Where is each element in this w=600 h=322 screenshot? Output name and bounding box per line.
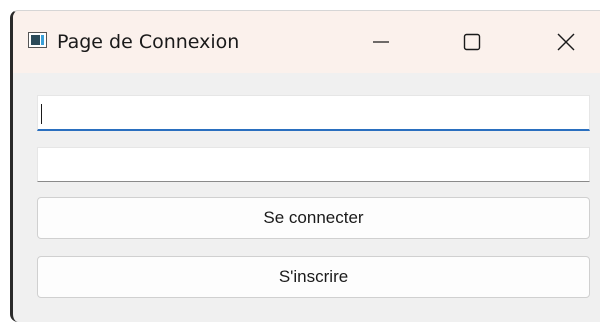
window-title: Page de Connexion — [57, 31, 240, 53]
maximize-icon — [463, 33, 481, 51]
password-field-container — [37, 147, 590, 182]
app-icon — [28, 32, 47, 48]
desktop: Page de Connexion Se connecter S'inscrir… — [0, 0, 600, 322]
login-window: Page de Connexion Se connecter S'inscrir… — [10, 10, 600, 322]
username-field-container — [37, 95, 590, 131]
text-caret — [41, 104, 42, 124]
signup-button[interactable]: S'inscrire — [37, 256, 590, 298]
close-icon — [557, 33, 575, 51]
title-bar[interactable]: Page de Connexion — [13, 11, 600, 73]
username-input[interactable] — [38, 96, 589, 129]
minimize-icon — [373, 41, 389, 43]
maximize-button[interactable] — [449, 25, 495, 59]
password-input[interactable] — [38, 148, 589, 181]
close-button[interactable] — [543, 25, 589, 59]
minimize-button[interactable] — [358, 25, 404, 59]
login-button[interactable]: Se connecter — [37, 197, 590, 239]
